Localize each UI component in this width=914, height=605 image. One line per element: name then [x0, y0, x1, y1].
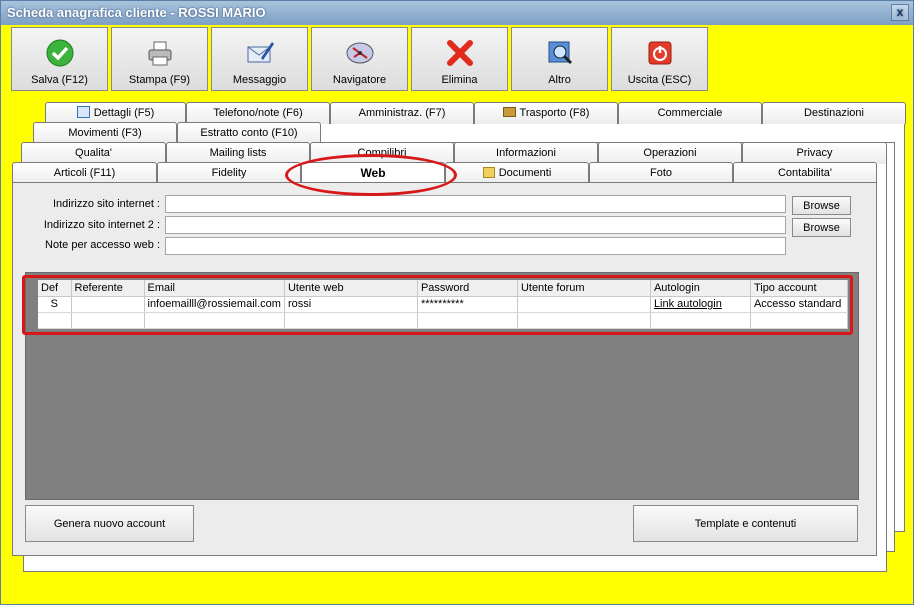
notes-input[interactable] — [165, 237, 786, 255]
delete-button[interactable]: Elimina — [411, 27, 508, 91]
annotation-oval — [285, 154, 457, 196]
tab-amministrazione[interactable]: Amministraz. (F7) — [330, 102, 474, 124]
tab-articoli[interactable]: Articoli (F11) — [12, 162, 157, 184]
notes-label: Note per accesso web : — [45, 239, 160, 251]
generate-account-button[interactable]: Genera nuovo account — [25, 505, 194, 542]
message-label: Messaggio — [232, 74, 287, 86]
tab-qualita[interactable]: Qualita' — [21, 142, 166, 164]
tab-label: Foto — [649, 167, 672, 179]
window-title: Scheda anagrafica cliente - ROSSI MARIO — [7, 5, 266, 20]
navigator-label: Navigatore — [332, 74, 387, 86]
tab-estratto-conto[interactable]: Estratto conto (F10) — [177, 122, 321, 144]
more-button[interactable]: Altro — [511, 27, 608, 91]
tab-telefono-note[interactable]: Telefono/note (F6) — [186, 102, 330, 124]
tab-label: Operazioni — [643, 147, 697, 159]
tab-privacy[interactable]: Privacy — [742, 142, 887, 164]
browse-button-1[interactable]: Browse — [792, 196, 851, 215]
tab-label: Contabilita' — [777, 167, 833, 179]
red-x-icon — [446, 40, 473, 66]
truck-icon — [502, 107, 516, 117]
tab-foto[interactable]: Foto — [589, 162, 733, 184]
site1-label: Indirizzo sito internet : — [53, 198, 160, 210]
tab-dettagli-label: Dettagli (F5) — [93, 107, 155, 119]
tab-operazioni[interactable]: Operazioni — [598, 142, 742, 164]
search-icon — [548, 41, 572, 65]
tab-informazioni[interactable]: Informazioni — [454, 142, 598, 164]
save-button[interactable]: Salva (F12) — [11, 27, 108, 91]
printer-icon — [148, 41, 171, 66]
tab-movimenti[interactable]: Movimenti (F3) — [33, 122, 177, 144]
more-label: Altro — [548, 74, 571, 86]
tab-trasporto[interactable]: Trasporto (F8) — [474, 102, 618, 124]
customer-window: Scheda anagrafica cliente - ROSSI MARIO … — [0, 0, 914, 605]
envelope-pen-icon — [247, 42, 274, 63]
exit-label: Uscita (ESC) — [627, 74, 692, 86]
tab-label: Telefono/note (F6) — [213, 107, 303, 119]
browse-button-2[interactable]: Browse — [792, 218, 851, 237]
tab-label: Destinazioni — [804, 107, 864, 119]
tab-label: Amministraz. (F7) — [358, 107, 446, 119]
tab-mailing-lists[interactable]: Mailing lists — [166, 142, 310, 164]
tab-commerciale[interactable]: Commerciale — [618, 102, 762, 124]
site2-input[interactable] — [165, 216, 786, 234]
print-button[interactable]: Stampa (F9) — [111, 27, 208, 91]
tab-label: Trasporto (F8) — [519, 107, 590, 119]
tab-label: Commerciale — [657, 107, 723, 119]
tab-contabilita[interactable]: Contabilita' — [733, 162, 877, 184]
folder-icon — [482, 167, 495, 178]
tab-label: Articoli (F11) — [53, 167, 116, 179]
tab-label: Fidelity — [211, 167, 247, 179]
print-label: Stampa (F9) — [128, 74, 191, 86]
annotation-rectangle — [22, 275, 853, 335]
tab-label: Privacy — [796, 147, 833, 159]
site2-label: Indirizzo sito internet 2 : — [43, 219, 160, 231]
tab-destinazioni[interactable]: Destinazioni — [762, 102, 906, 124]
tab-label: Qualita' — [75, 147, 112, 159]
tab-label: Informazioni — [496, 147, 556, 159]
tab-fidelity[interactable]: Fidelity — [157, 162, 301, 184]
site1-input[interactable] — [165, 195, 786, 213]
tab-label: Mailing lists — [209, 147, 267, 159]
delete-label: Elimina — [441, 74, 478, 86]
tab-label: Documenti — [498, 167, 552, 179]
compass-icon — [346, 42, 373, 64]
message-button[interactable]: Messaggio — [211, 27, 308, 91]
power-icon — [648, 41, 671, 65]
window-titlebar: Scheda anagrafica cliente - ROSSI MARIO … — [1, 1, 913, 25]
tab-label: Estratto conto (F10) — [200, 127, 298, 139]
close-button[interactable]: x — [891, 4, 909, 21]
tab-documenti[interactable]: Documenti — [445, 162, 589, 184]
templates-button[interactable]: Template e contenuti — [633, 505, 858, 542]
tab-label: Movimenti (F3) — [68, 127, 142, 139]
calendar-icon — [76, 106, 90, 118]
tab-dettagli[interactable]: Dettagli (F5) — [45, 102, 186, 124]
checkmark-icon — [46, 39, 73, 67]
save-label: Salva (F12) — [31, 74, 88, 86]
exit-button[interactable]: Uscita (ESC) — [611, 27, 708, 91]
navigator-button[interactable]: Navigatore — [311, 27, 408, 91]
